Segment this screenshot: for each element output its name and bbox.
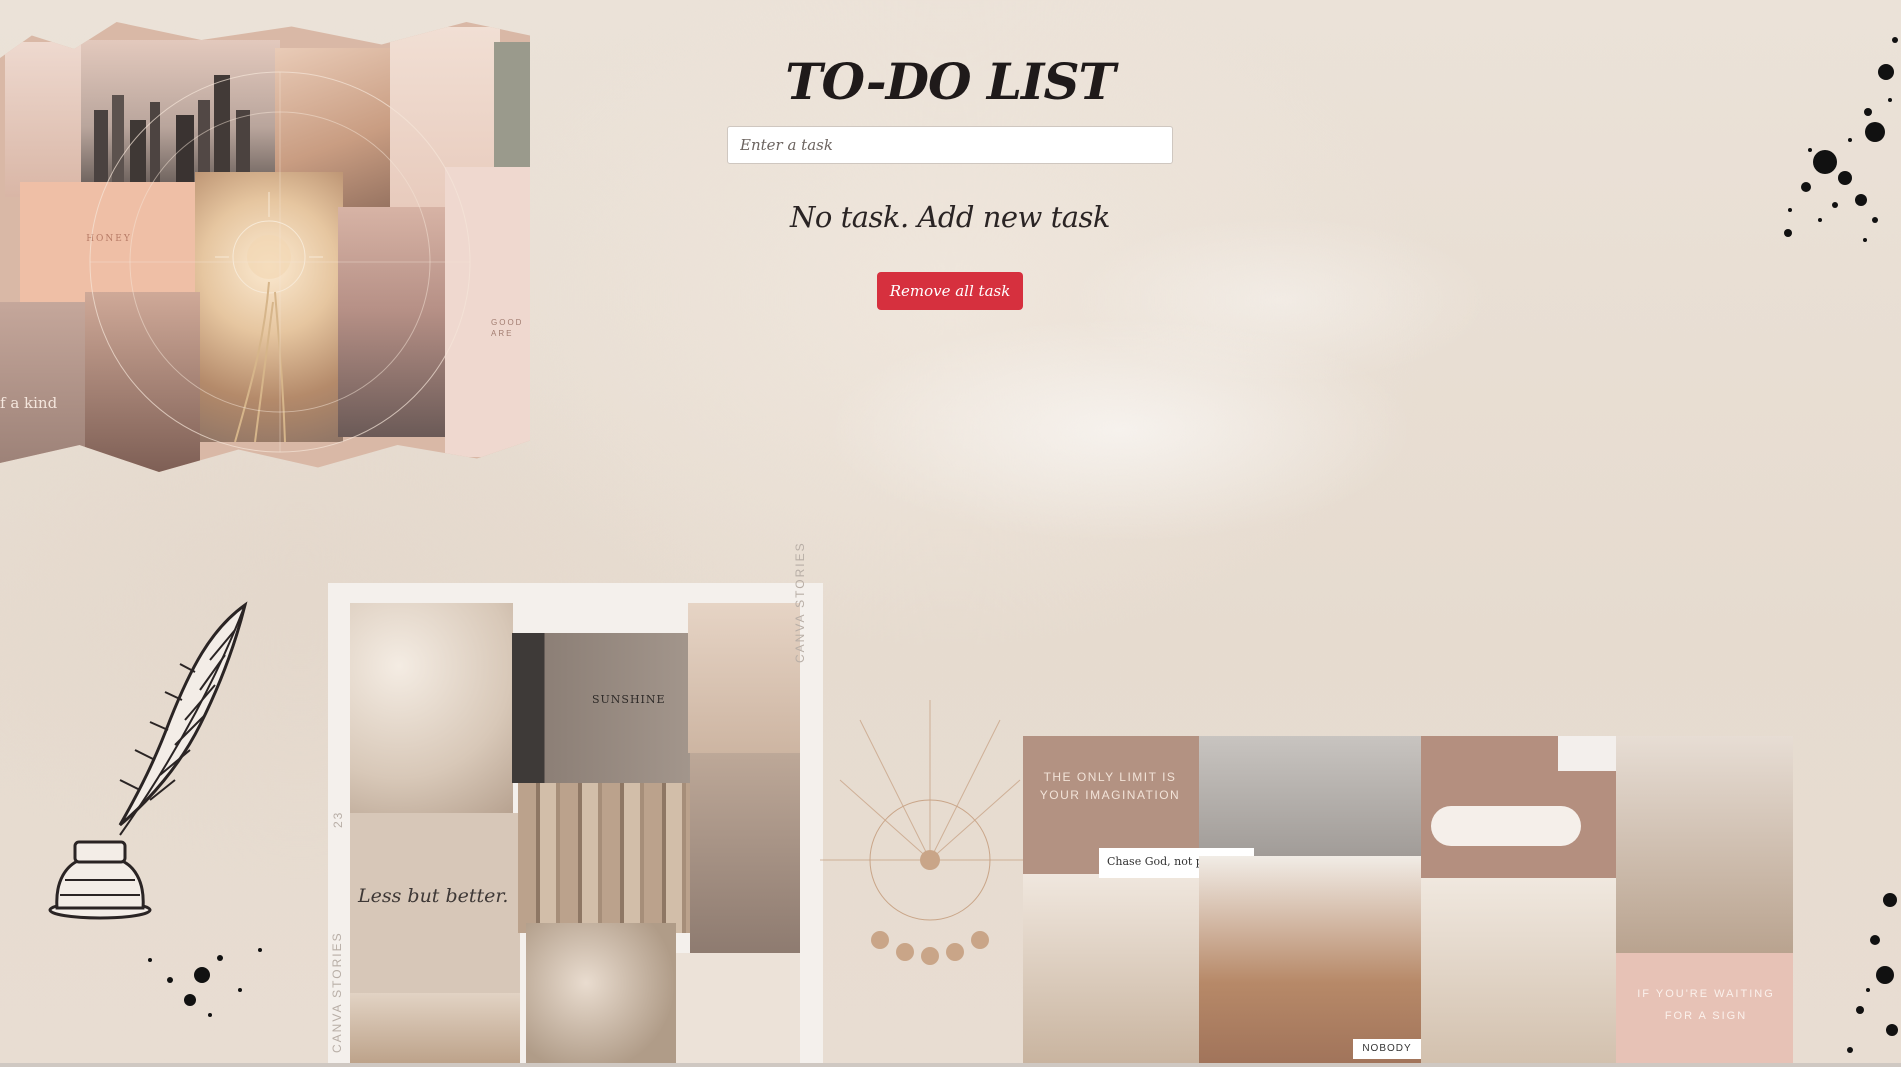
vases-image: NOBODY bbox=[1199, 856, 1421, 1067]
page-title: TO-DO LIST bbox=[785, 52, 1116, 111]
collage-top-left: HONEY GOOD ARE f a kind bbox=[0, 22, 530, 472]
one-of-a-kind-label: f a kind bbox=[0, 394, 58, 412]
gold-ring-image bbox=[676, 953, 800, 1067]
empty-state-message: No task. Add new task bbox=[790, 200, 1110, 234]
wheat-image bbox=[350, 993, 520, 1067]
ink-splatter-bottom-left bbox=[148, 948, 262, 1017]
nobody-label: NOBODY bbox=[1353, 1039, 1421, 1059]
quartz-image bbox=[526, 923, 676, 1067]
cloud-shape bbox=[1431, 806, 1581, 846]
coffee-blanket-image bbox=[1199, 736, 1421, 856]
collage-bottom-middle: SUNSHINE Less but better. CANVA STORIES … bbox=[328, 541, 823, 1067]
remove-all-button[interactable]: Remove all task bbox=[876, 272, 1024, 310]
dried-flowers-image bbox=[1023, 874, 1199, 1067]
celestial-sun-icon bbox=[820, 700, 1040, 965]
waiting-sign-label: IF YOU'RE WAITING FOR A SIGN bbox=[1637, 988, 1775, 1022]
script-card bbox=[690, 753, 800, 953]
page-number-label: 23 bbox=[331, 810, 345, 828]
collage-bottom-right: THE ONLY LIMIT IS YOUR IMAGINATION Chase… bbox=[1023, 736, 1793, 1067]
seashells-image bbox=[350, 603, 513, 813]
bookshelf-image bbox=[518, 783, 693, 933]
pampas-image bbox=[1616, 736, 1793, 953]
waiting-sign-card: IF YOU'RE WAITING FOR A SIGN bbox=[1616, 953, 1793, 1067]
clouds-image bbox=[5, 42, 81, 197]
less-but-better-card: Less but better. bbox=[350, 813, 520, 993]
sunshine-label: SUNSHINE bbox=[592, 693, 666, 706]
less-but-better-label: Less but better. bbox=[358, 885, 509, 907]
arch-image bbox=[494, 42, 530, 187]
sunshine-book-image: SUNSHINE bbox=[512, 633, 692, 783]
task-input[interactable] bbox=[727, 126, 1173, 164]
inkwell-icon bbox=[48, 840, 152, 920]
good-are-label: GOOD ARE bbox=[491, 318, 524, 338]
constellation-lines-icon bbox=[89, 71, 471, 453]
canva-stories-label-left: CANVA STORIES bbox=[330, 931, 344, 1053]
ink-splatter-bottom-right bbox=[1847, 893, 1898, 1053]
bottom-divider bbox=[0, 1063, 1901, 1067]
pampas-vase-image bbox=[1421, 878, 1616, 1067]
hands-image bbox=[688, 603, 800, 753]
ink-splatter-top-right bbox=[1784, 37, 1898, 242]
imagination-label: THE ONLY LIMIT IS YOUR IMAGINATION bbox=[1039, 770, 1181, 802]
todo-panel: TO-DO LIST No task. Add new task Remove … bbox=[727, 50, 1173, 310]
one-of-a-kind-card: f a kind bbox=[0, 302, 90, 472]
canva-stories-label-right: CANVA STORIES bbox=[793, 541, 807, 663]
